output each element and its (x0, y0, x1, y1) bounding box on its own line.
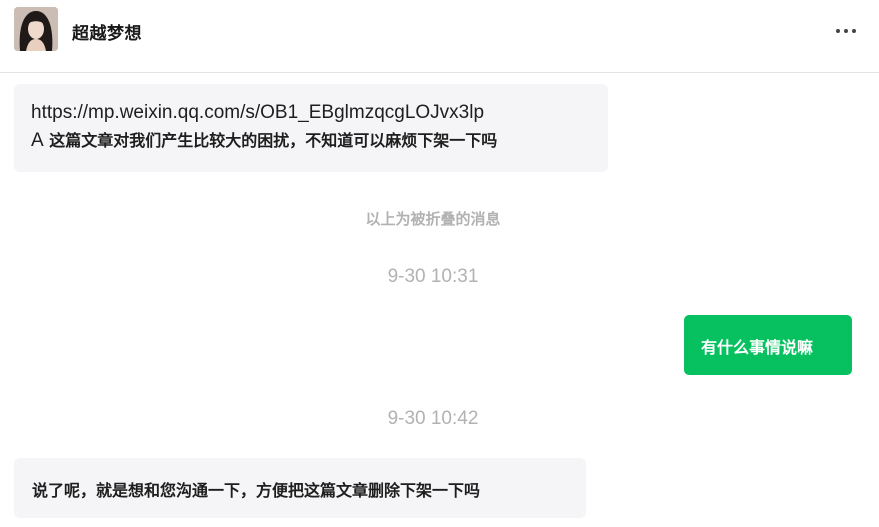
message-link-tail[interactable]: A (31, 130, 44, 151)
more-options-button[interactable] (828, 16, 864, 44)
timestamp: 9-30 10:31 (387, 266, 479, 287)
message-link[interactable]: https://mp.weixin.qq.com/s/OB1_EBglmzqcg… (31, 100, 592, 126)
contact-name: 超越梦想 (72, 24, 142, 44)
more-dots-icon (836, 29, 840, 33)
folded-messages-note[interactable]: 以上为被折叠的消息 (0, 208, 866, 229)
outgoing-message[interactable]: 有什么事情说嘛 (684, 315, 852, 375)
contact-avatar[interactable] (14, 7, 58, 51)
timestamp: 9-30 10:42 (387, 408, 479, 429)
more-dots-icon (852, 29, 856, 33)
more-dots-icon (844, 29, 848, 33)
incoming-message[interactable]: https://mp.weixin.qq.com/s/OB1_EBglmzqcg… (14, 84, 608, 172)
incoming-message[interactable]: 说了呢，就是想和您沟通一下，方便把这篇文章删除下架一下吗 (14, 458, 586, 518)
chat-window: 超越梦想 https://mp.weixin.qq.com/s/OB1_EBgl… (0, 0, 879, 527)
message-body: 这篇文章对我们产生比较大的困扰，不知道可以麻烦下架一下吗 (49, 131, 498, 150)
chat-header: 超越梦想 (0, 0, 879, 73)
message-text: A 这篇文章对我们产生比较大的困扰，不知道可以麻烦下架一下吗 (31, 128, 592, 154)
avatar-photo-icon (14, 7, 58, 51)
